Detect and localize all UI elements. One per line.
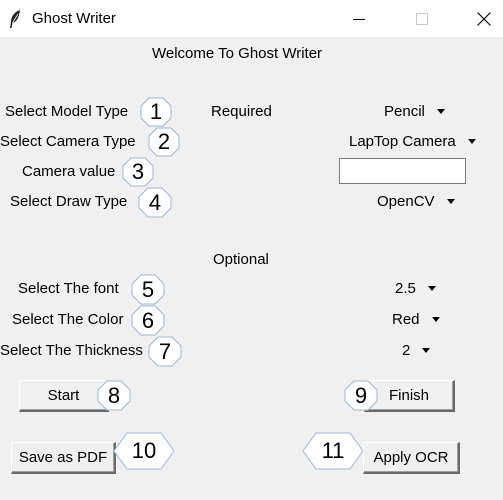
- color-value: Red: [392, 311, 420, 328]
- callout-2: 2: [148, 127, 180, 157]
- camera-type-value: LapTop Camera: [349, 133, 456, 150]
- welcome-heading: Welcome To Ghost Writer: [152, 45, 323, 62]
- maximize-icon: [416, 12, 428, 25]
- triangle-down-icon: [467, 138, 476, 144]
- callout-11: 11: [302, 432, 364, 470]
- draw-type-dropdown[interactable]: OpenCV: [377, 193, 455, 211]
- save-as-pdf-button[interactable]: Save as PDF: [11, 442, 116, 474]
- callout-number: 9: [354, 382, 368, 408]
- camera-value-input[interactable]: [339, 158, 466, 184]
- callout-number: 6: [141, 307, 155, 333]
- minimize-button[interactable]: [336, 0, 382, 37]
- title-bar: Ghost Writer: [0, 0, 503, 37]
- required-section-label: Required: [211, 103, 272, 120]
- model-type-label: Select Model Type: [5, 103, 129, 120]
- callout-1: 1: [140, 97, 172, 127]
- triangle-down-icon: [436, 108, 445, 114]
- draw-type-label: Select Draw Type: [10, 193, 128, 210]
- triangle-down-icon: [446, 198, 455, 204]
- font-dropdown[interactable]: 2.5: [395, 280, 436, 298]
- callout-5: 5: [131, 274, 165, 305]
- color-dropdown[interactable]: Red: [392, 311, 440, 329]
- callout-number: 10: [131, 438, 157, 463]
- font-value: 2.5: [395, 280, 416, 297]
- callout-number: 11: [321, 438, 345, 463]
- callout-number: 5: [141, 276, 155, 302]
- minimize-icon: [353, 18, 365, 20]
- camera-type-dropdown[interactable]: LapTop Camera: [349, 133, 476, 151]
- callout-7: 7: [148, 336, 182, 367]
- maximize-button[interactable]: [399, 0, 445, 37]
- color-label: Select The Color: [12, 311, 124, 328]
- triangle-down-icon: [422, 347, 431, 353]
- draw-type-value: OpenCV: [377, 193, 435, 210]
- thickness-value: 2: [402, 342, 411, 359]
- triangle-down-icon: [427, 285, 436, 291]
- callout-4: 4: [138, 187, 172, 218]
- callout-number: 1: [149, 99, 163, 124]
- camera-value-label: Camera value: [22, 163, 116, 180]
- callout-6: 6: [131, 305, 165, 336]
- callout-number: 2: [157, 129, 171, 154]
- thickness-label: Select The Thickness: [0, 342, 143, 359]
- callout-number: 8: [107, 382, 121, 408]
- camera-type-label: Select Camera Type: [0, 133, 136, 150]
- callout-8: 8: [97, 380, 131, 411]
- optional-section-label: Optional: [213, 251, 269, 268]
- model-type-dropdown[interactable]: Pencil: [384, 103, 445, 121]
- close-button[interactable]: [461, 0, 503, 37]
- callout-9: 9: [344, 380, 378, 411]
- callout-3: 3: [122, 157, 154, 187]
- close-icon: [477, 11, 491, 26]
- callout-10: 10: [113, 432, 175, 470]
- font-label: Select The font: [18, 280, 119, 297]
- start-button[interactable]: Start: [19, 380, 109, 412]
- thickness-dropdown[interactable]: 2: [402, 342, 431, 360]
- callout-number: 7: [158, 338, 172, 364]
- callout-number: 4: [148, 189, 162, 215]
- apply-ocr-button[interactable]: Apply OCR: [363, 442, 460, 474]
- window-title: Ghost Writer: [32, 10, 116, 27]
- triangle-down-icon: [431, 316, 440, 322]
- callout-number: 3: [131, 159, 145, 184]
- model-type-value: Pencil: [384, 103, 425, 120]
- feather-icon: [8, 9, 22, 33]
